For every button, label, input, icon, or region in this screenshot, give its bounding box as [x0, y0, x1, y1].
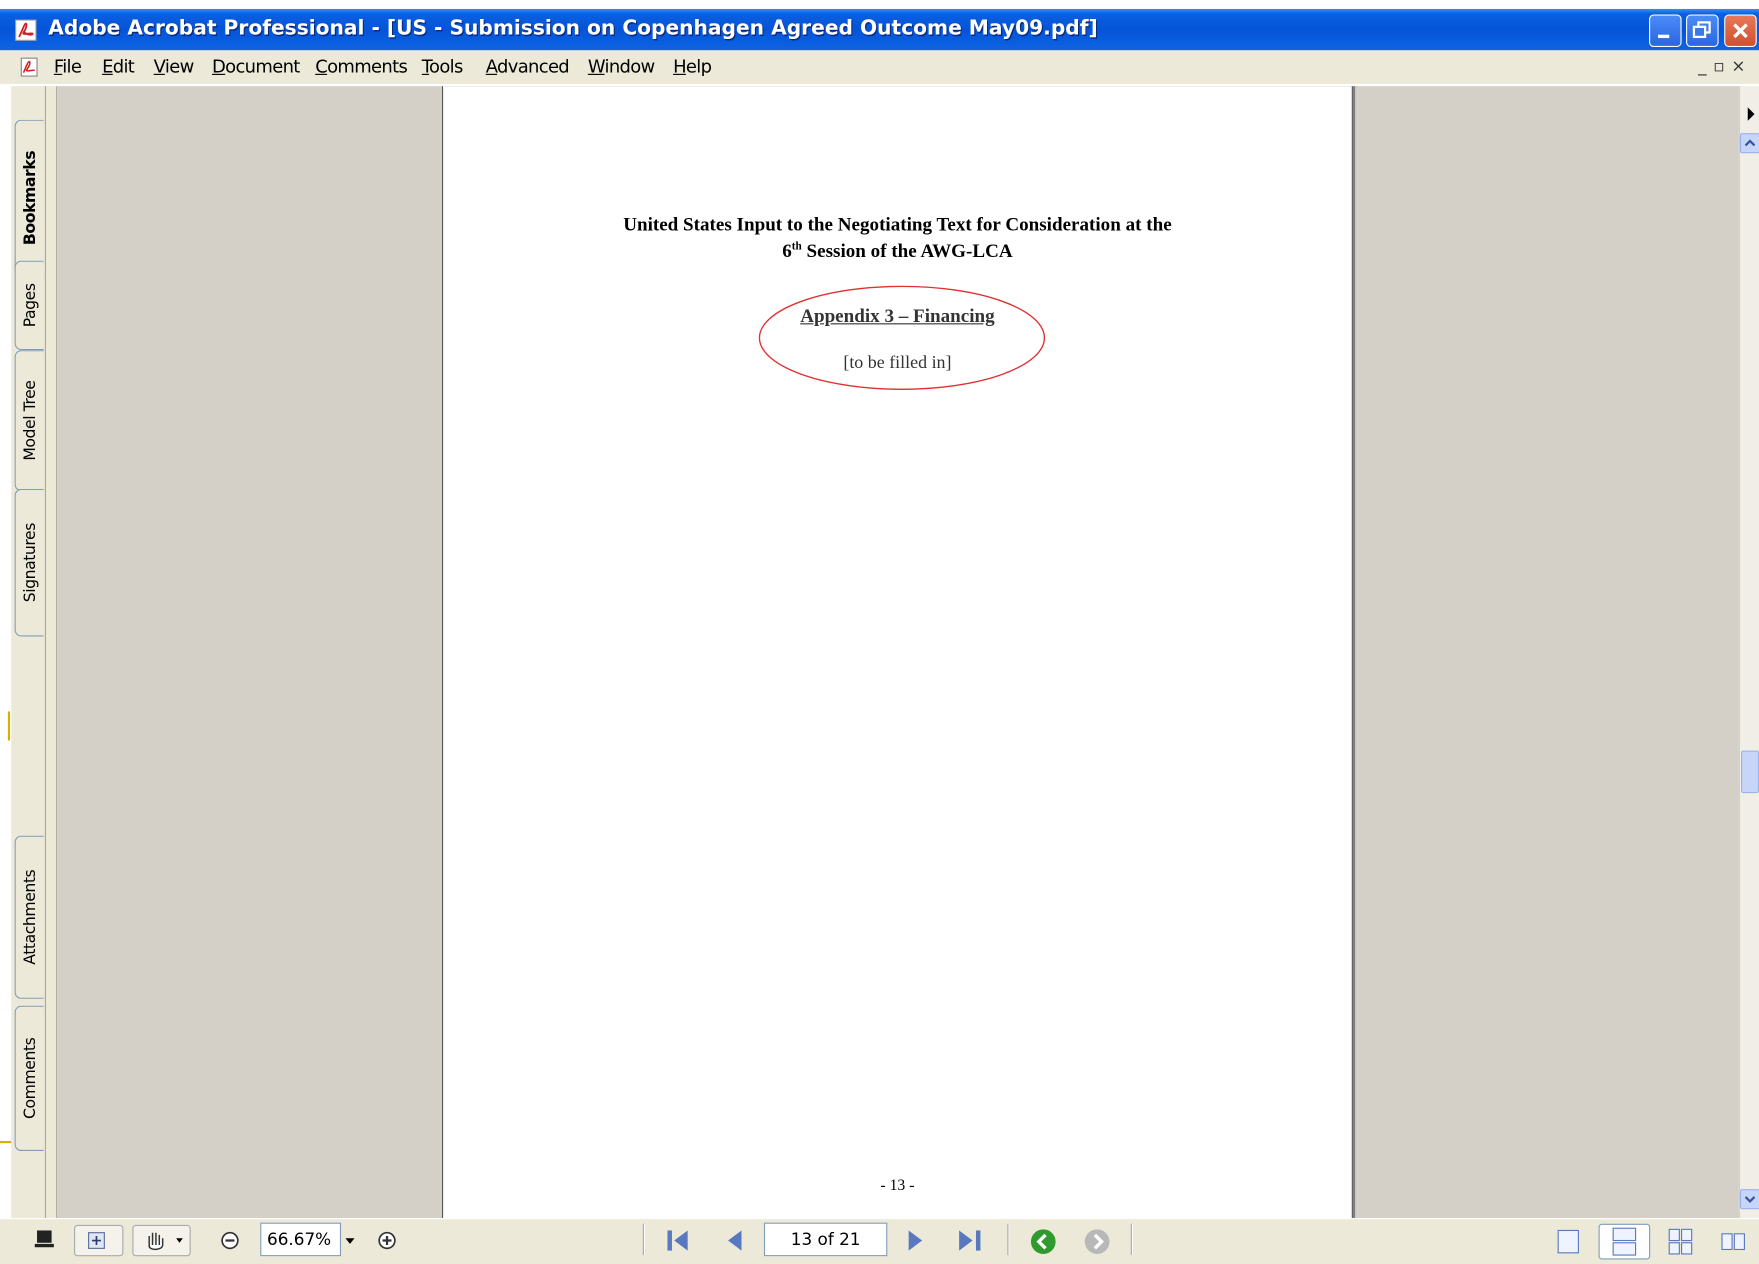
menu-advanced[interactable]: Advanced	[486, 56, 570, 77]
continuous-facing-view-icon[interactable]	[1667, 1227, 1696, 1256]
doc-close-icon[interactable]: ×	[1731, 56, 1752, 76]
tab-pages[interactable]: Pages	[14, 260, 44, 351]
separator	[1007, 1223, 1010, 1256]
zoom-in-icon[interactable]	[376, 1229, 398, 1251]
continuous-view-icon	[1612, 1227, 1637, 1256]
next-view-icon[interactable]	[1083, 1227, 1112, 1256]
close-icon	[1733, 23, 1748, 39]
doc-minimize-icon[interactable]: _	[1698, 56, 1713, 76]
hand-tool-button[interactable]	[132, 1224, 191, 1257]
next-page-icon[interactable]	[902, 1227, 929, 1254]
placeholder-note: [to be filled in]	[843, 353, 952, 373]
restore-button[interactable]	[1686, 14, 1719, 47]
menu-tools[interactable]: Tools	[422, 56, 464, 77]
appendix-title: Appendix 3 – Financing	[800, 305, 995, 327]
window-title: Adobe Acrobat Professional - [US - Submi…	[48, 16, 1098, 41]
first-page-icon[interactable]	[663, 1227, 694, 1254]
tab-signatures[interactable]: Signatures	[14, 488, 44, 637]
acrobat-icon	[15, 19, 37, 41]
document-heading: United States Input to the Negotiating T…	[443, 214, 1352, 263]
close-button[interactable]	[1724, 14, 1757, 47]
edge-marker	[0, 1140, 12, 1144]
screen: Adobe Acrobat Professional - [US - Submi…	[0, 0, 1759, 1264]
select-tool-button[interactable]	[74, 1224, 124, 1257]
heading-line-1: United States Input to the Negotiating T…	[623, 213, 1172, 235]
minimize-icon	[1658, 34, 1670, 39]
fullscreen-icon[interactable]	[34, 1227, 56, 1249]
menu-view[interactable]: View	[154, 56, 195, 77]
single-page-view-icon[interactable]	[1555, 1227, 1584, 1256]
document-view[interactable]: United States Input to the Negotiating T…	[57, 86, 1739, 1219]
collapse-arrow-icon[interactable]	[1746, 106, 1757, 122]
scroll-thumb[interactable]	[1741, 750, 1759, 794]
navigation-pane-splitter[interactable]	[45, 86, 58, 1219]
zoom-out-icon[interactable]	[219, 1229, 241, 1251]
pdf-page[interactable]: United States Input to the Negotiating T…	[441, 86, 1353, 1219]
scroll-up-button[interactable]	[1739, 133, 1759, 154]
scroll-down-button[interactable]	[1739, 1189, 1759, 1210]
navigation-pane-tabs: Bookmarks Pages Model Tree Signatures At…	[11, 86, 46, 1219]
continuous-view-button[interactable]	[1598, 1223, 1651, 1260]
zoom-level-field[interactable]: 66.67%	[260, 1222, 342, 1257]
document-window-controls[interactable]: _▫×	[1698, 56, 1752, 76]
separator	[1130, 1223, 1134, 1256]
previous-page-icon[interactable]	[721, 1227, 748, 1254]
ellipse-annotation[interactable]	[757, 284, 1046, 391]
chevron-down-icon	[1744, 1196, 1756, 1203]
menu-edit[interactable]: Edit	[102, 56, 135, 77]
vertical-scrollbar[interactable]	[1738, 86, 1759, 1219]
facing-view-icon[interactable]	[1720, 1227, 1749, 1256]
menu-document[interactable]: Document	[212, 56, 300, 77]
menu-window[interactable]: Window	[588, 56, 655, 77]
heading-line-2: 6th Session of the AWG-LCA	[782, 240, 1013, 262]
separator	[642, 1223, 646, 1256]
zoom-dropdown-icon[interactable]	[343, 1233, 356, 1249]
chevron-up-icon	[1744, 139, 1756, 147]
title-bar: Adobe Acrobat Professional - [US - Submi…	[0, 8, 1759, 51]
acrobat-window: Adobe Acrobat Professional - [US - Submi…	[0, 0, 1759, 1264]
previous-view-icon[interactable]	[1029, 1227, 1058, 1256]
page-number-footer: - 13 -	[880, 1177, 915, 1195]
last-page-icon[interactable]	[955, 1227, 986, 1254]
document-icon	[20, 57, 38, 77]
plus-box-icon	[88, 1232, 105, 1249]
doc-restore-icon[interactable]: ▫	[1713, 56, 1731, 76]
menu-file[interactable]: File	[54, 56, 82, 77]
menu-comments[interactable]: Comments	[315, 56, 408, 77]
tab-attachments[interactable]: Attachments	[14, 835, 44, 999]
tab-comments[interactable]: Comments	[14, 1005, 44, 1152]
edge-marker	[7, 711, 11, 741]
minimize-button[interactable]	[1649, 14, 1682, 47]
page-number-field[interactable]: 13 of 21	[763, 1222, 888, 1257]
menu-bar: File Edit View Document Comments Tools A…	[0, 50, 1759, 86]
tab-bookmarks[interactable]: Bookmarks	[14, 119, 44, 277]
tab-model-tree[interactable]: Model Tree	[14, 350, 44, 492]
restore-icon	[1692, 21, 1711, 39]
menu-help[interactable]: Help	[673, 56, 712, 77]
hand-icon	[148, 1232, 183, 1251]
